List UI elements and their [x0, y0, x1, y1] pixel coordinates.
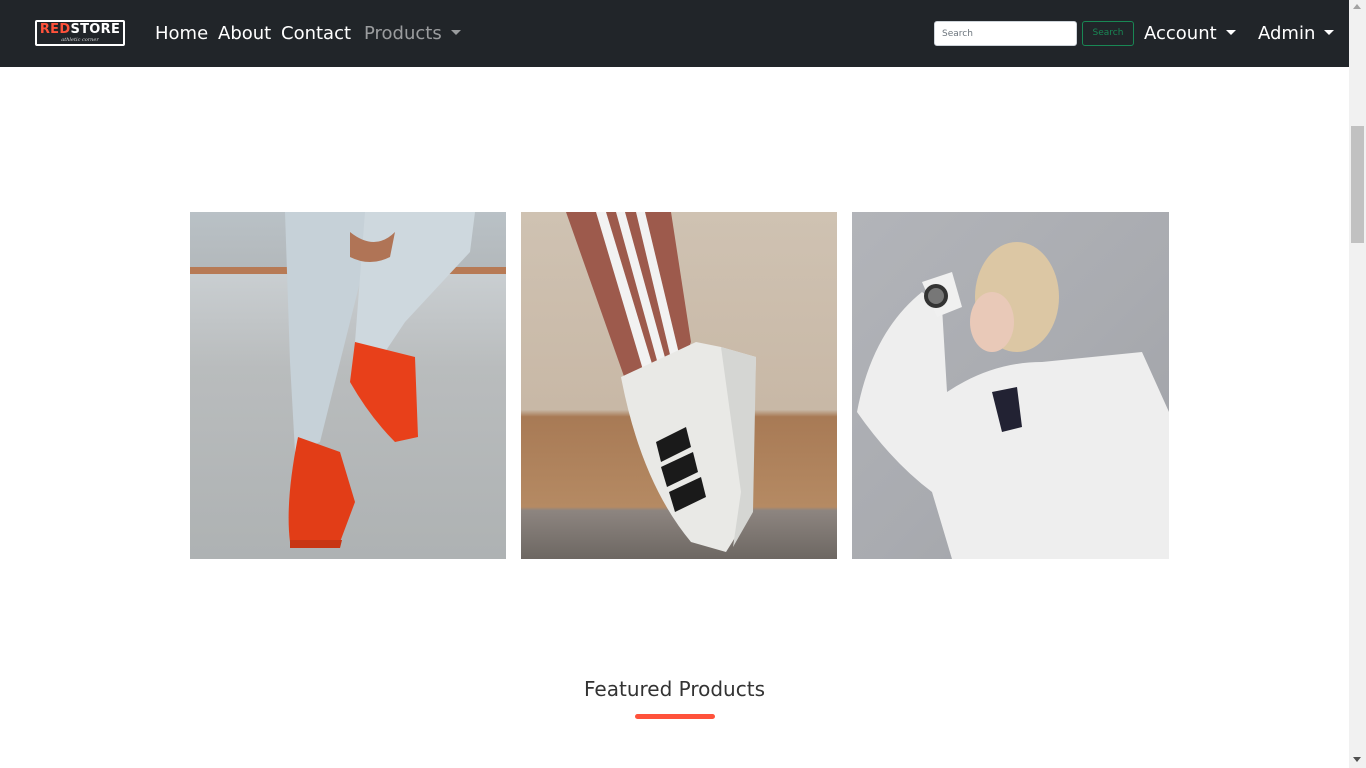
admin-dropdown[interactable]: Admin [1258, 22, 1335, 45]
admin-label: Admin [1258, 23, 1316, 44]
account-label: Account [1144, 23, 1217, 44]
logo-wordmark: REDSTORE [39, 22, 121, 37]
products-label: Products [364, 23, 442, 44]
nav-link-about[interactable]: About [218, 22, 271, 45]
scroll-down-arrow-icon[interactable] [1353, 757, 1361, 762]
search-button[interactable]: Search [1082, 21, 1134, 46]
redstore-logo[interactable]: REDSTORE athletic corner [35, 20, 125, 46]
scrollbar-thumb[interactable] [1351, 126, 1364, 243]
nav-dropdown-products[interactable]: Products [364, 22, 461, 45]
search-input[interactable] [934, 21, 1077, 46]
gallery-image-striped-sneaker [521, 212, 837, 559]
gallery-image-sneakers [190, 212, 506, 559]
featured-products-title: Featured Products [584, 677, 765, 701]
page: REDSTORE athletic corner Home About Cont… [0, 0, 1366, 768]
chevron-down-icon [1324, 30, 1335, 35]
scrollbar[interactable] [1349, 0, 1366, 768]
nav-link-home[interactable]: Home [155, 22, 208, 45]
logo-tagline: athletic corner [61, 37, 99, 43]
nav-link-contact[interactable]: Contact [281, 22, 351, 45]
account-dropdown[interactable]: Account [1144, 22, 1236, 45]
scroll-up-arrow-icon[interactable] [1353, 4, 1361, 9]
gallery-image-hoodie [852, 212, 1169, 559]
chevron-down-icon [450, 30, 461, 35]
title-underline [635, 714, 715, 719]
chevron-down-icon [1225, 30, 1236, 35]
navbar: REDSTORE athletic corner Home About Cont… [0, 0, 1349, 67]
